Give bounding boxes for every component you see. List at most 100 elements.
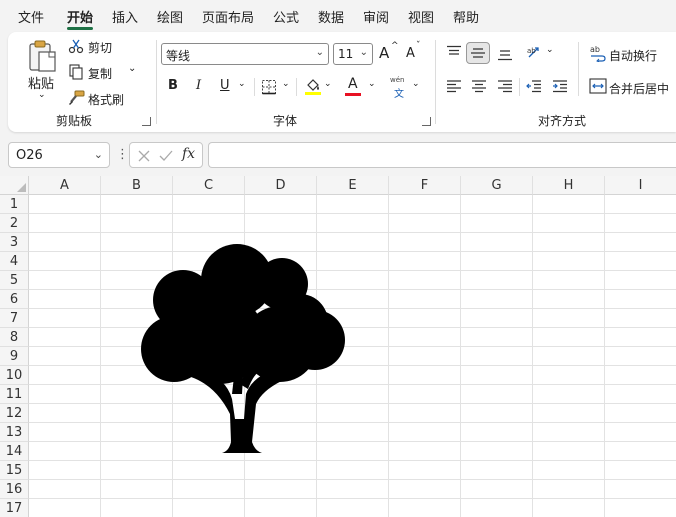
- row-header[interactable]: 11: [0, 385, 29, 404]
- row-header[interactable]: 8: [0, 328, 29, 347]
- column-header[interactable]: I: [605, 176, 676, 195]
- font-color-swatch: [345, 93, 361, 96]
- font-name-select[interactable]: 等线 ⌄: [161, 43, 329, 65]
- row-header[interactable]: 15: [0, 461, 29, 480]
- align-left-icon[interactable]: [446, 79, 462, 93]
- select-all-corner[interactable]: [0, 176, 29, 195]
- column-header[interactable]: B: [101, 176, 173, 195]
- italic-button[interactable]: I: [196, 78, 201, 93]
- row-header[interactable]: 5: [0, 271, 29, 290]
- orientation-dropdown-icon[interactable]: ⌄: [546, 45, 554, 55]
- tab-home[interactable]: 开始: [67, 7, 93, 26]
- group-separator: [156, 40, 157, 124]
- tab-file[interactable]: 文件: [18, 7, 44, 26]
- column-header[interactable]: D: [245, 176, 317, 195]
- align-center-icon[interactable]: [471, 79, 487, 93]
- align-top-icon[interactable]: [446, 45, 462, 59]
- formula-input[interactable]: [208, 142, 676, 168]
- enter-icon[interactable]: [159, 149, 173, 163]
- align-bottom-icon[interactable]: [497, 47, 513, 61]
- tree-icon[interactable]: [140, 244, 346, 454]
- row-header[interactable]: 16: [0, 480, 29, 499]
- phonetic-dropdown-icon[interactable]: ⌄: [412, 79, 420, 89]
- tab-review[interactable]: 审阅: [363, 7, 389, 26]
- row-header[interactable]: 9: [0, 347, 29, 366]
- format-painter-label[interactable]: 格式刷: [88, 91, 124, 108]
- chevron-down-icon[interactable]: ⌄: [94, 148, 103, 161]
- column-header[interactable]: G: [461, 176, 533, 195]
- paste-icon[interactable]: [26, 38, 60, 74]
- row-header[interactable]: 13: [0, 423, 29, 442]
- cut-icon[interactable]: [68, 38, 84, 54]
- borders-icon[interactable]: [261, 79, 277, 95]
- formula-bar: O26 ⌄ ⋮ fx: [0, 140, 676, 172]
- tab-data[interactable]: 数据: [318, 7, 344, 26]
- column-header[interactable]: A: [29, 176, 101, 195]
- increase-indent-icon[interactable]: [552, 79, 568, 93]
- tab-draw[interactable]: 绘图: [157, 7, 183, 26]
- column-header[interactable]: H: [533, 176, 605, 195]
- borders-dropdown-icon[interactable]: ⌄: [282, 79, 290, 89]
- bold-button[interactable]: B: [168, 78, 178, 93]
- fill-color-dropdown-icon[interactable]: ⌄: [324, 79, 332, 89]
- name-box-value: O26: [16, 148, 43, 163]
- shrink-arrow-icon: ˇ: [416, 41, 421, 51]
- row-header[interactable]: 14: [0, 442, 29, 461]
- align-middle-button[interactable]: [466, 42, 490, 64]
- divider: [254, 78, 255, 96]
- row-header[interactable]: 7: [0, 309, 29, 328]
- decrease-indent-icon[interactable]: [526, 79, 542, 93]
- grow-font-button[interactable]: A: [379, 44, 389, 62]
- svg-text:ab: ab: [527, 47, 536, 55]
- row-header[interactable]: 17: [0, 499, 29, 517]
- shrink-font-button[interactable]: A: [406, 46, 415, 61]
- select-all-triangle-icon: [17, 183, 26, 192]
- merge-center-label[interactable]: 合并后居中: [609, 80, 669, 97]
- tab-view[interactable]: 视图: [408, 7, 434, 26]
- row-header[interactable]: 3: [0, 233, 29, 252]
- tab-formulas[interactable]: 公式: [273, 7, 299, 26]
- tab-help[interactable]: 帮助: [453, 7, 479, 26]
- column-header[interactable]: C: [173, 176, 245, 195]
- active-tab-indicator: [67, 27, 93, 30]
- font-color-button[interactable]: A: [348, 76, 358, 92]
- worksheet-grid: ABCDEFGHI 1 2 3 4 5 6 7 8 9 10 11 12 13 14 15 16 17: [0, 176, 676, 517]
- row-header[interactable]: 4: [0, 252, 29, 271]
- row-header[interactable]: 12: [0, 404, 29, 423]
- insert-function-button[interactable]: fx: [182, 146, 195, 162]
- cell-grid[interactable]: [29, 195, 676, 517]
- phonetic-guide-bottom[interactable]: 文: [394, 85, 404, 100]
- column-header[interactable]: E: [317, 176, 389, 195]
- font-color-dropdown-icon[interactable]: ⌄: [368, 79, 376, 89]
- divider: [578, 42, 579, 96]
- fill-color-icon[interactable]: [304, 76, 322, 96]
- highlight-swatch: [305, 92, 321, 95]
- name-box[interactable]: O26 ⌄: [8, 142, 110, 168]
- column-header[interactable]: F: [389, 176, 461, 195]
- clipboard-launcher-icon[interactable]: [142, 117, 151, 126]
- orientation-icon[interactable]: ab: [526, 44, 544, 60]
- row-header[interactable]: 2: [0, 214, 29, 233]
- row-header[interactable]: 6: [0, 290, 29, 309]
- cut-label[interactable]: 剪切: [88, 39, 112, 56]
- copy-label[interactable]: 复制: [88, 65, 112, 82]
- row-header[interactable]: 10: [0, 366, 29, 385]
- tab-page-layout[interactable]: 页面布局: [202, 7, 254, 26]
- merge-center-icon[interactable]: [589, 78, 607, 94]
- paste-dropdown-icon[interactable]: ⌄: [38, 90, 46, 100]
- cancel-icon[interactable]: [137, 149, 151, 163]
- row-header[interactable]: 1: [0, 195, 29, 214]
- underline-button[interactable]: U: [220, 78, 230, 93]
- font-size-select[interactable]: 11 ⌄: [333, 43, 373, 65]
- wrap-text-label[interactable]: 自动换行: [609, 47, 657, 64]
- more-options-icon[interactable]: ⋮: [116, 147, 129, 162]
- wrap-text-icon[interactable]: ab: [589, 44, 607, 62]
- tab-insert[interactable]: 插入: [112, 7, 138, 26]
- align-right-icon[interactable]: [497, 79, 513, 93]
- phonetic-guide-top[interactable]: wén: [390, 76, 404, 84]
- font-launcher-icon[interactable]: [422, 117, 431, 126]
- copy-dropdown-icon[interactable]: ⌄: [128, 63, 136, 74]
- copy-icon[interactable]: [68, 64, 84, 80]
- underline-dropdown-icon[interactable]: ⌄: [238, 79, 246, 89]
- format-painter-icon[interactable]: [68, 90, 85, 106]
